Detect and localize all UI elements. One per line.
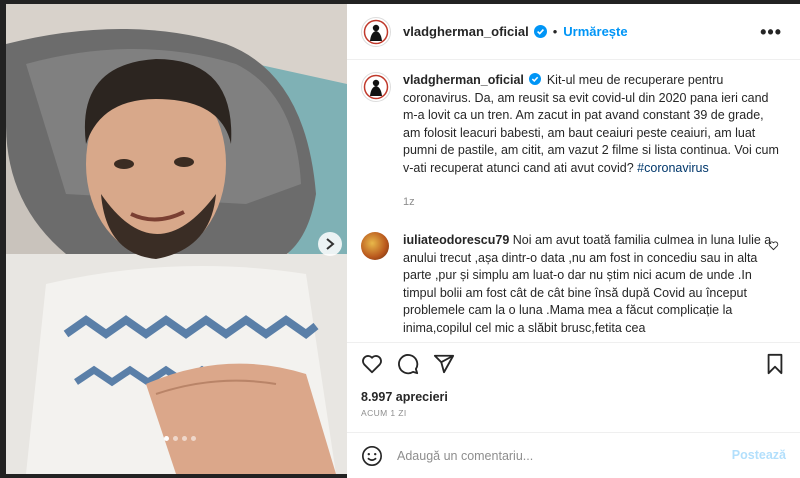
next-photo-button[interactable] (318, 232, 342, 256)
comment-input[interactable] (397, 448, 717, 463)
verified-badge-icon (533, 25, 547, 38)
add-comment-bar: Postează (347, 432, 800, 478)
more-options-icon[interactable]: ••• (760, 22, 782, 43)
comment-item: iuliateodorescu79 Noi am avut toată fami… (361, 232, 791, 340)
post-comment-button[interactable]: Postează (732, 448, 786, 462)
commenter-avatar[interactable] (361, 232, 389, 260)
selfie-image (6, 4, 347, 474)
heart-icon[interactable] (361, 353, 383, 375)
bookmark-icon[interactable] (765, 353, 785, 375)
author-avatar-image (363, 18, 389, 45)
post-caption: vladgherman_oficial Kit-ul meu de recupe… (361, 72, 791, 177)
hashtag-link[interactable]: #coronavirus (637, 161, 709, 175)
comment-text-block: iuliateodorescu79 Noi am avut toată fami… (403, 232, 773, 340)
caption-author-avatar[interactable] (361, 72, 391, 102)
comment-icon[interactable] (397, 353, 419, 375)
author-username[interactable]: vladgherman_oficial (403, 24, 529, 39)
caption-text-block: vladgherman_oficial Kit-ul meu de recupe… (403, 72, 783, 177)
likes-count[interactable]: 8.997 aprecieri (361, 390, 448, 404)
verified-badge-icon (529, 73, 542, 85)
carousel-dot (182, 436, 187, 441)
chevron-right-icon (326, 238, 335, 250)
post-photo[interactable] (6, 4, 347, 474)
caption-time: 1z (403, 196, 415, 208)
share-icon[interactable] (433, 353, 455, 375)
carousel-dot (173, 436, 178, 441)
follow-button[interactable]: Urmărește (563, 24, 627, 39)
commenter-username[interactable]: iuliateodorescu79 (403, 233, 509, 247)
header-separator: • (552, 24, 558, 39)
heart-icon[interactable] (768, 240, 779, 251)
carousel-dot (191, 436, 196, 441)
post-modal: vladgherman_oficial • Urmărește ••• vlad… (0, 0, 800, 478)
caption-username[interactable]: vladgherman_oficial (403, 73, 524, 87)
post-side-panel: vladgherman_oficial • Urmărește ••• vlad… (347, 4, 800, 478)
carousel-indicator (164, 436, 196, 441)
comment-text: Noi am avut toată familia culmea in luna… (403, 233, 772, 335)
emoji-icon[interactable] (361, 445, 383, 467)
post-timestamp: ACUM 1 ZI (361, 408, 407, 418)
caption-avatar-image (363, 74, 389, 100)
post-header: vladgherman_oficial • Urmărește ••• (347, 4, 800, 60)
caption-text: Kit-ul meu de recuperare pentru coronavi… (403, 73, 779, 175)
carousel-dot (164, 436, 169, 441)
action-bar (347, 342, 800, 382)
author-avatar[interactable] (361, 16, 391, 47)
